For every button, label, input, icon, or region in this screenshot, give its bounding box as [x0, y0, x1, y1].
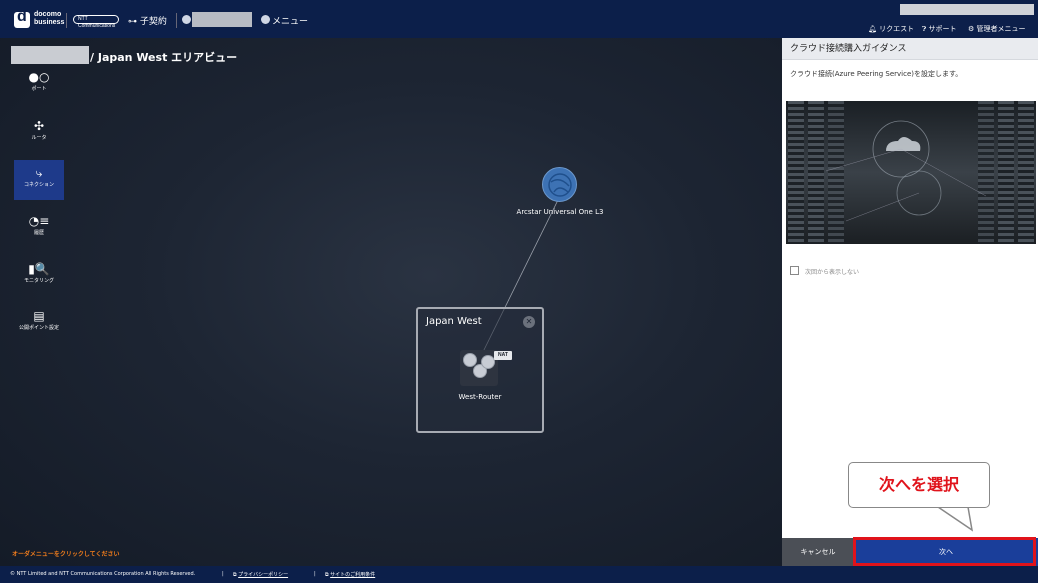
dont-show-again-label: 次回から表示しない [805, 269, 860, 276]
dont-show-again-checkbox[interactable] [790, 266, 799, 275]
datacenter-image [786, 101, 1036, 244]
terms-link[interactable]: ⧉ サイトのご利用条件 [325, 571, 375, 578]
router-label: West-Router [458, 393, 502, 401]
footer: © NTT Limited and NTT Communications Cor… [0, 566, 1038, 583]
footer-divider: | [222, 571, 224, 577]
close-icon[interactable]: ✕ [523, 316, 535, 328]
area-box-title: Japan West [426, 316, 482, 327]
instruction-callout: 次へを選択 [848, 462, 990, 508]
copyright: © NTT Limited and NTT Communications Cor… [10, 571, 196, 577]
arcstar-cloud-node[interactable] [542, 167, 577, 202]
cloud-network-overlay-icon [825, 120, 987, 222]
next-button-highlight-frame [853, 537, 1036, 566]
cloud-node-label: Arcstar Universal One L3 [516, 208, 604, 216]
cloud-network-icon [548, 173, 572, 197]
privacy-link[interactable]: ⧉ プライバシーポリシー [233, 571, 288, 578]
footer-divider: | [314, 571, 316, 577]
cancel-button[interactable]: キャンセル [782, 538, 854, 566]
order-hint: オーダメニューをクリックしてください [12, 551, 120, 558]
nat-badge: NAT [494, 351, 512, 360]
router-icon [481, 355, 495, 369]
panel-description: クラウド接続(Azure Peering Service)を設定します。 [790, 70, 963, 78]
west-router-node[interactable] [460, 350, 498, 386]
panel-title: クラウド接続購入ガイダンス [782, 38, 1038, 60]
